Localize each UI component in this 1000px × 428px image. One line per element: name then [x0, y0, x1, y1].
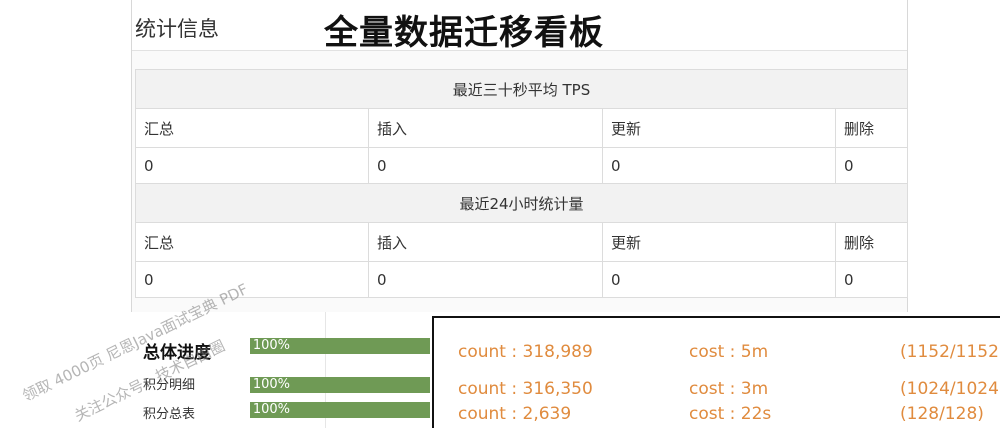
tps-header-row: 汇总 插入 更新 删除: [135, 108, 908, 148]
tps-section-title: 最近三十秒平均 TPS: [135, 69, 908, 109]
daily-header-row: 汇总 插入 更新 删除: [135, 222, 908, 262]
daily-value-row: 0 0 0 0: [135, 261, 908, 298]
daily-value-update: 0: [602, 261, 836, 298]
summary-progress-text: 100%: [252, 402, 290, 417]
panel-header: 统计信息 全量数据迁移看板: [132, 0, 907, 53]
daily-col-delete: 删除: [835, 222, 908, 262]
daily-section-title: 最近24小时统计量: [135, 183, 908, 223]
summary-ratio: (128/128): [900, 404, 984, 424]
tps-col-total: 汇总: [135, 108, 369, 148]
detail-ratio: (1024/1024): [900, 379, 1000, 399]
tps-col-delete: 删除: [835, 108, 908, 148]
overall-progress-bar: 100%: [250, 338, 430, 354]
detail-progress-text: 100%: [252, 377, 290, 392]
detail-progress-bar: 100%: [250, 377, 430, 393]
dashboard-title: 全量数据迁移看板: [324, 13, 604, 53]
tps-value-delete: 0: [835, 147, 908, 184]
summary-count: count : 2,639: [458, 404, 572, 424]
summary-progress-bar: 100%: [250, 402, 430, 418]
summary-progress-label: 积分总表: [143, 407, 196, 422]
tps-col-insert: 插入: [368, 108, 603, 148]
stats-table: 最近三十秒平均 TPS 汇总 插入 更新 删除 0 0 0 0 最近24小时统计…: [135, 69, 908, 298]
summary-cost: cost : 22s: [689, 404, 772, 424]
daily-value-delete: 0: [835, 261, 908, 298]
overall-count: count : 318,989: [458, 342, 593, 362]
stats-panel: 统计信息 全量数据迁移看板 最近三十秒平均 TPS 汇总 插入 更新 删除 0 …: [131, 0, 908, 312]
daily-value-total: 0: [135, 261, 369, 298]
panel-title: 统计信息: [135, 17, 219, 41]
tps-value-row: 0 0 0 0: [135, 147, 908, 184]
tps-col-update: 更新: [602, 108, 836, 148]
daily-col-total: 汇总: [135, 222, 369, 262]
daily-col-insert: 插入: [368, 222, 603, 262]
tps-value-update: 0: [602, 147, 836, 184]
daily-value-insert: 0: [368, 261, 603, 298]
tps-value-insert: 0: [368, 147, 603, 184]
daily-col-update: 更新: [602, 222, 836, 262]
overall-cost: cost : 5m: [689, 342, 769, 362]
tps-value-total: 0: [135, 147, 369, 184]
overall-progress-text: 100%: [252, 338, 290, 353]
count-panel: count : 318,989 cost : 5m (1152/1152) co…: [432, 316, 1000, 428]
detail-count: count : 316,350: [458, 379, 593, 399]
detail-cost: cost : 3m: [689, 379, 769, 399]
overall-ratio: (1152/1152): [900, 342, 1000, 362]
